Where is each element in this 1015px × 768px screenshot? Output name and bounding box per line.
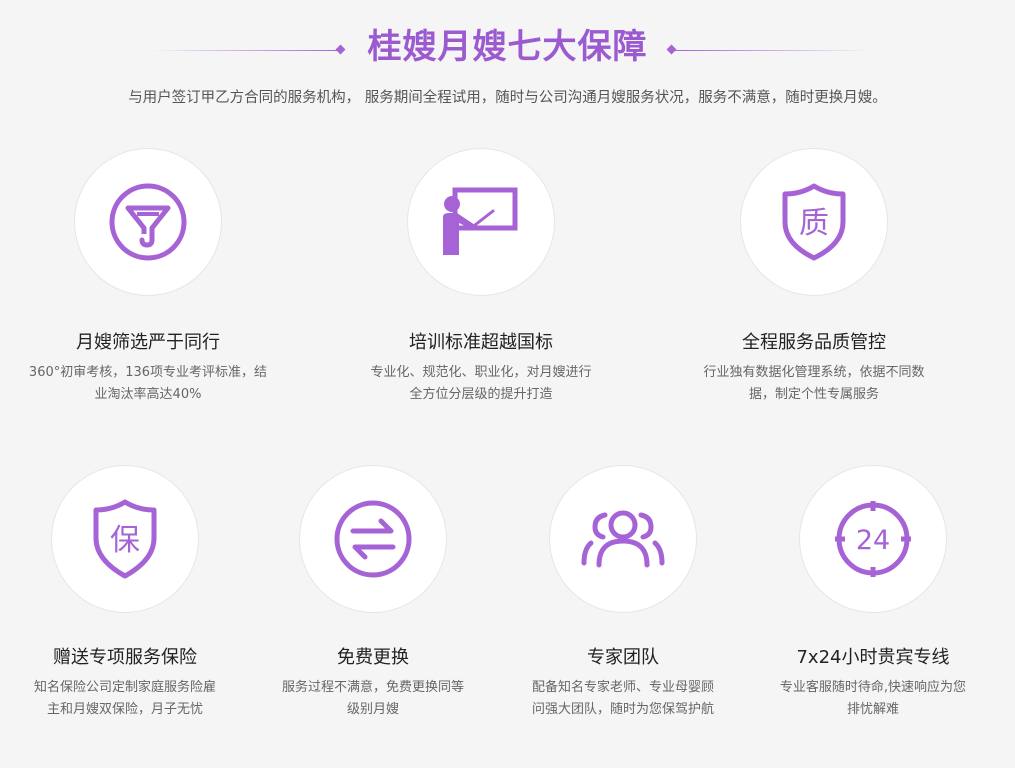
feature-card-screening: 月嫂筛选严于同行 360°初审考核，136项专业考评标准，结 业淘汰率高达40% xyxy=(20,148,276,406)
feature-title: 赠送专项服务保险 xyxy=(53,647,197,668)
title-divider-left xyxy=(150,50,340,51)
feature-description-line: 专业客服随时待命,快速响应为您 xyxy=(779,680,967,695)
feature-description-line: 行业独有数据化管理系统，依据不同数 xyxy=(703,365,925,380)
feature-title: 免费更换 xyxy=(337,647,409,668)
icon-circle: 24 xyxy=(799,465,947,613)
feature-description-line: 服务过程不满意，免费更换同等 xyxy=(281,680,464,695)
feature-description: 知名保险公司定制家庭服务险雇 主和月嫂双保险，月子无忧 xyxy=(22,677,228,721)
feature-description-line: 知名保险公司定制家庭服务险雇 xyxy=(33,680,216,695)
quality-shield-icon: 质 xyxy=(782,183,846,261)
feature-title: 专家团队 xyxy=(587,647,659,668)
icon-circle xyxy=(549,465,697,613)
title-divider-right xyxy=(675,50,870,51)
feature-card-free-replacement: 免费更换 服务过程不满意，免费更换同等 级别月嫂 xyxy=(270,465,476,721)
feature-card-expert-team: 专家团队 配备知名专家老师、专业母婴顾 问强大团队，随时为您保驾护航 xyxy=(520,465,726,721)
team-people-icon xyxy=(581,510,665,568)
icon-circle: 质 xyxy=(740,148,888,296)
svg-text:质: 质 xyxy=(799,206,829,241)
icon-circle xyxy=(74,148,222,296)
icon-circle xyxy=(299,465,447,613)
funnel-icon xyxy=(109,183,187,261)
feature-title: 7x24小时贵宾专线 xyxy=(796,647,950,668)
feature-description: 配备知名专家老师、专业母婴顾 问强大团队，随时为您保驾护航 xyxy=(520,677,726,721)
svg-text:保: 保 xyxy=(110,523,140,558)
feature-description-line: 业淘汰率高达40% xyxy=(94,387,202,402)
feature-card-training: 培训标准超越国标 专业化、规范化、职业化，对月嫂进行 全方位分层级的提升打造 xyxy=(352,148,610,406)
section-header: 桂嫂月嫂七大保障 xyxy=(0,22,1015,68)
page-subtitle: 与用户签订甲乙方合同的服务机构， 服务期间全程试用，随时与公司沟通月嫂服务状况，… xyxy=(128,90,887,106)
feature-description: 专业化、规范化、职业化，对月嫂进行 全方位分层级的提升打造 xyxy=(352,362,610,406)
svg-text:24: 24 xyxy=(856,525,890,556)
feature-description-line: 问强大团队，随时为您保驾护航 xyxy=(531,702,714,717)
feature-description-line: 360°初审考核，136项专业考评标准，结 xyxy=(28,365,268,380)
exchange-arrows-icon xyxy=(334,500,412,578)
feature-title: 全程服务品质管控 xyxy=(742,332,886,353)
feature-description-line: 专业化、规范化、职业化，对月嫂进行 xyxy=(370,365,592,380)
feature-description: 服务过程不满意，免费更换同等 级别月嫂 xyxy=(270,677,476,721)
feature-description-line: 主和月嫂双保险，月子无忧 xyxy=(46,702,203,717)
clock-24-icon: 24 xyxy=(835,501,911,577)
feature-title: 月嫂筛选严于同行 xyxy=(76,332,220,353)
feature-description-line: 全方位分层级的提升打造 xyxy=(409,387,553,402)
teacher-board-icon xyxy=(443,187,518,255)
icon-circle xyxy=(407,148,555,296)
feature-description-line: 据，制定个性专属服务 xyxy=(748,387,879,402)
feature-description: 专业客服随时待命,快速响应为您 排忧解难 xyxy=(770,677,976,721)
feature-card-insurance: 保 赠送专项服务保险 知名保险公司定制家庭服务险雇 主和月嫂双保险，月子无忧 xyxy=(22,465,228,721)
page-title: 桂嫂月嫂七大保障 xyxy=(367,27,648,67)
feature-description: 360°初审考核，136项专业考评标准，结 业淘汰率高达40% xyxy=(20,362,276,406)
feature-card-quality: 质 全程服务品质管控 行业独有数据化管理系统，依据不同数 据，制定个性专属服务 xyxy=(688,148,940,406)
feature-description-line: 级别月嫂 xyxy=(346,702,399,717)
title-diamond-left xyxy=(335,44,346,55)
feature-description-line: 排忧解难 xyxy=(846,702,899,717)
feature-description-line: 配备知名专家老师、专业母婴顾 xyxy=(531,680,714,695)
feature-title: 培训标准超越国标 xyxy=(409,332,553,353)
feature-description: 行业独有数据化管理系统，依据不同数 据，制定个性专属服务 xyxy=(688,362,940,406)
icon-circle: 保 xyxy=(51,465,199,613)
feature-card-vip-hotline: 24 7x24小时贵宾专线 专业客服随时待命,快速响应为您 排忧解难 xyxy=(770,465,976,721)
insurance-shield-icon: 保 xyxy=(93,499,157,579)
